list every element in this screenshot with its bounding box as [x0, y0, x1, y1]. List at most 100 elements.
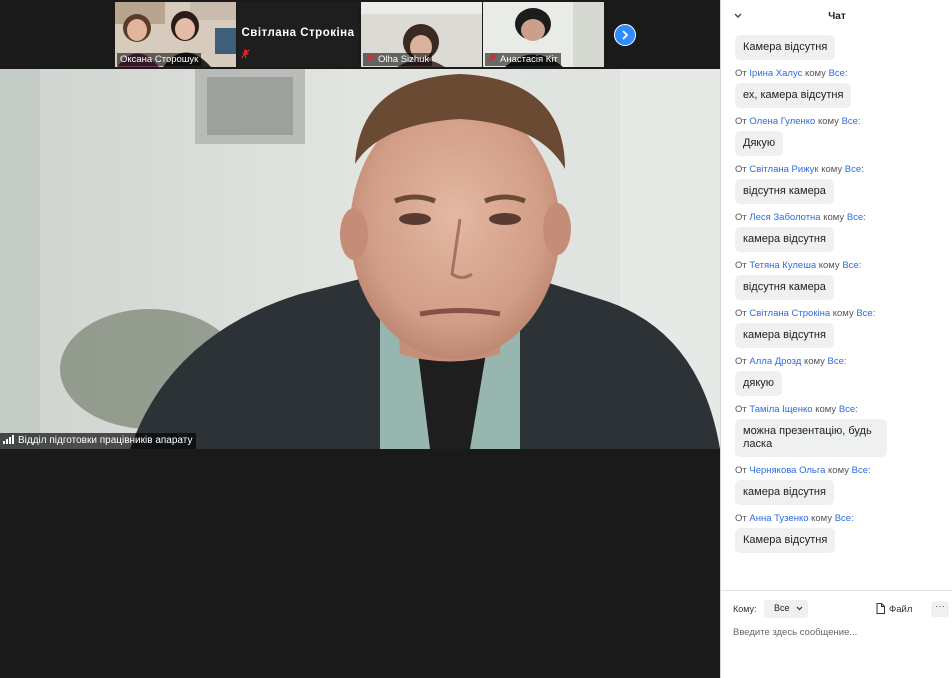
file-button-label: Файл: [889, 604, 913, 615]
to-label: кому: [818, 260, 840, 271]
from-label: От: [735, 116, 747, 127]
message-sender[interactable]: Алла Дрозд: [749, 356, 801, 367]
speaker-name-label: Відділ підготовки працівників апарату: [0, 433, 197, 449]
chat-message: От Світлана Рижук кому Все: відсутня каме…: [735, 164, 952, 204]
chat-message-meta: От Світлана Рижук кому Все:: [735, 164, 952, 176]
message-sender[interactable]: Таміла Іщенко: [749, 404, 812, 415]
recipient-label: Кому:: [733, 604, 757, 614]
message-target[interactable]: Все:: [845, 164, 864, 175]
to-label: кому: [803, 356, 825, 367]
message-target[interactable]: Все:: [852, 465, 871, 476]
chat-message: От Тетяна Кулеша кому Все: відсутня камер…: [735, 260, 952, 300]
to-label: кому: [832, 308, 854, 319]
chat-message-bubble: камера відсутня: [735, 227, 834, 252]
message-sender[interactable]: Тетяна Кулеша: [749, 260, 816, 271]
chat-message-meta: От Анна Тузенко кому Все:: [735, 513, 952, 525]
file-button[interactable]: Файл: [876, 603, 912, 615]
chat-message-meta: От Ірина Халус кому Все:: [735, 68, 952, 80]
from-label: От: [735, 356, 747, 367]
participant-name-label: Olha Sizhuk: [363, 53, 433, 66]
message-target[interactable]: Все:: [828, 356, 847, 367]
chat-message: От Алла Дрозд кому Все: дякую: [735, 356, 952, 396]
chat-message-bubble: можна презентацію, будь ласка: [735, 419, 887, 457]
message-target[interactable]: Все:: [842, 116, 861, 127]
active-speaker-video: Відділ підготовки працівників апарату: [0, 69, 720, 449]
to-label: кому: [821, 164, 843, 175]
chat-message-bubble: Камера відсутня: [735, 35, 836, 60]
participant-thumbnail[interactable]: Оксана Сторошук: [115, 2, 236, 67]
chat-message-bubble: дякую: [735, 371, 783, 396]
chat-message-bubble: відсутня камера: [735, 179, 834, 204]
muted-mic-icon: [366, 53, 375, 63]
participant-thumbnail-no-video[interactable]: Світлана Строкіна: [237, 2, 359, 67]
recipient-dropdown[interactable]: Все: [764, 600, 808, 618]
message-target[interactable]: Все:: [856, 308, 875, 319]
chat-composer: Кому: Все Файл ···: [721, 590, 952, 678]
message-target[interactable]: Все:: [835, 513, 854, 524]
recipient-value: Все: [774, 603, 790, 613]
from-label: От: [735, 212, 747, 223]
participant-name-label: Анастасія Кіт: [485, 53, 561, 66]
chat-message-meta: От Алла Дрозд кому Все:: [735, 356, 952, 368]
chat-message-input[interactable]: [733, 623, 933, 641]
message-sender[interactable]: Світлана Рижук: [749, 164, 818, 175]
message-sender[interactable]: Олена Гуленко: [749, 116, 815, 127]
chat-message: От Чернякова Ольга кому Все: камера відсу…: [735, 465, 952, 505]
message-target[interactable]: Все:: [839, 404, 858, 415]
participant-name: Світлана Строкіна: [241, 27, 355, 39]
to-label: кому: [828, 465, 849, 476]
from-label: От: [735, 465, 747, 476]
chat-message-bubble: камера відсутня: [735, 480, 834, 505]
chat-message: От Таміла Іщенко кому Все: можна презента…: [735, 404, 952, 457]
message-sender[interactable]: Леся Заболотна: [749, 212, 820, 223]
participant-thumbnail[interactable]: Olha Sizhuk: [361, 2, 482, 67]
speaker-name: Відділ підготовки працівників апарату: [18, 435, 193, 446]
message-sender[interactable]: Анна Тузенко: [749, 513, 808, 524]
message-target[interactable]: Все:: [829, 68, 848, 79]
from-label: От: [735, 308, 747, 319]
muted-mic-icon: [488, 53, 497, 63]
chat-message-bubble: відсутня камера: [735, 275, 834, 300]
signal-strength-icon: [3, 435, 15, 444]
chat-message: От Олена Гуленко кому Все: Дякую: [735, 116, 952, 156]
participant-thumbnail-strip: Оксана Сторошук Світлана Строкіна Olha S…: [0, 0, 720, 69]
from-label: От: [735, 404, 747, 415]
speaker-video-image: [0, 69, 720, 449]
chat-header: Чат: [721, 0, 952, 32]
chat-message: От Леся Заболотна кому Все: камера відсут…: [735, 212, 952, 252]
to-label: кому: [815, 404, 837, 415]
chevron-right-icon: [622, 30, 629, 40]
chat-message-meta: От Леся Заболотна кому Все:: [735, 212, 952, 224]
next-page-button[interactable]: [614, 24, 636, 46]
chat-message-bubble: Дякую: [735, 131, 784, 156]
message-target[interactable]: Все:: [842, 260, 861, 271]
chat-message-meta: От Чернякова Ольга кому Все:: [735, 465, 952, 477]
message-target[interactable]: Все:: [847, 212, 866, 223]
chat-message: Камера відсутня: [735, 35, 952, 60]
participant-name: Olha Sizhuk: [378, 54, 430, 65]
chat-message-meta: От Тетяна Кулеша кому Все:: [735, 260, 952, 272]
participant-name: Оксана Сторошук: [117, 53, 202, 66]
to-label: кому: [811, 513, 833, 524]
to-label: кому: [823, 212, 845, 223]
from-label: От: [735, 513, 747, 524]
message-sender[interactable]: Ірина Халус: [749, 68, 802, 79]
from-label: От: [735, 68, 747, 79]
participant-thumbnail[interactable]: Анастасія Кіт: [483, 2, 604, 67]
chat-message-bubble: камера відсутня: [735, 323, 834, 348]
message-sender[interactable]: Чернякова Ольга: [749, 465, 825, 476]
message-sender[interactable]: Світлана Строкіна: [749, 308, 830, 319]
chat-title: Чат: [828, 11, 846, 22]
participant-name: Анастасія Кіт: [500, 54, 558, 65]
chat-message: От Анна Тузенко кому Все: Камера відсутня: [735, 513, 952, 553]
meeting-window: Оксана Сторошук Світлана Строкіна Olha S…: [0, 0, 952, 678]
chat-panel: Чат Камера відсутня От Ірина Халус кому В…: [720, 0, 952, 678]
more-options-button[interactable]: ···: [931, 601, 949, 617]
video-area: Оксана Сторошук Світлана Строкіна Olha S…: [0, 0, 720, 678]
chat-message-meta: От Світлана Строкіна кому Все:: [735, 308, 952, 320]
chat-message-meta: От Олена Гуленко кому Все:: [735, 116, 952, 128]
to-label: кому: [805, 68, 826, 79]
chevron-down-icon: [796, 606, 803, 611]
to-label: кому: [817, 116, 839, 127]
chat-message: От Світлана Строкіна кому Все: камера від…: [735, 308, 952, 348]
